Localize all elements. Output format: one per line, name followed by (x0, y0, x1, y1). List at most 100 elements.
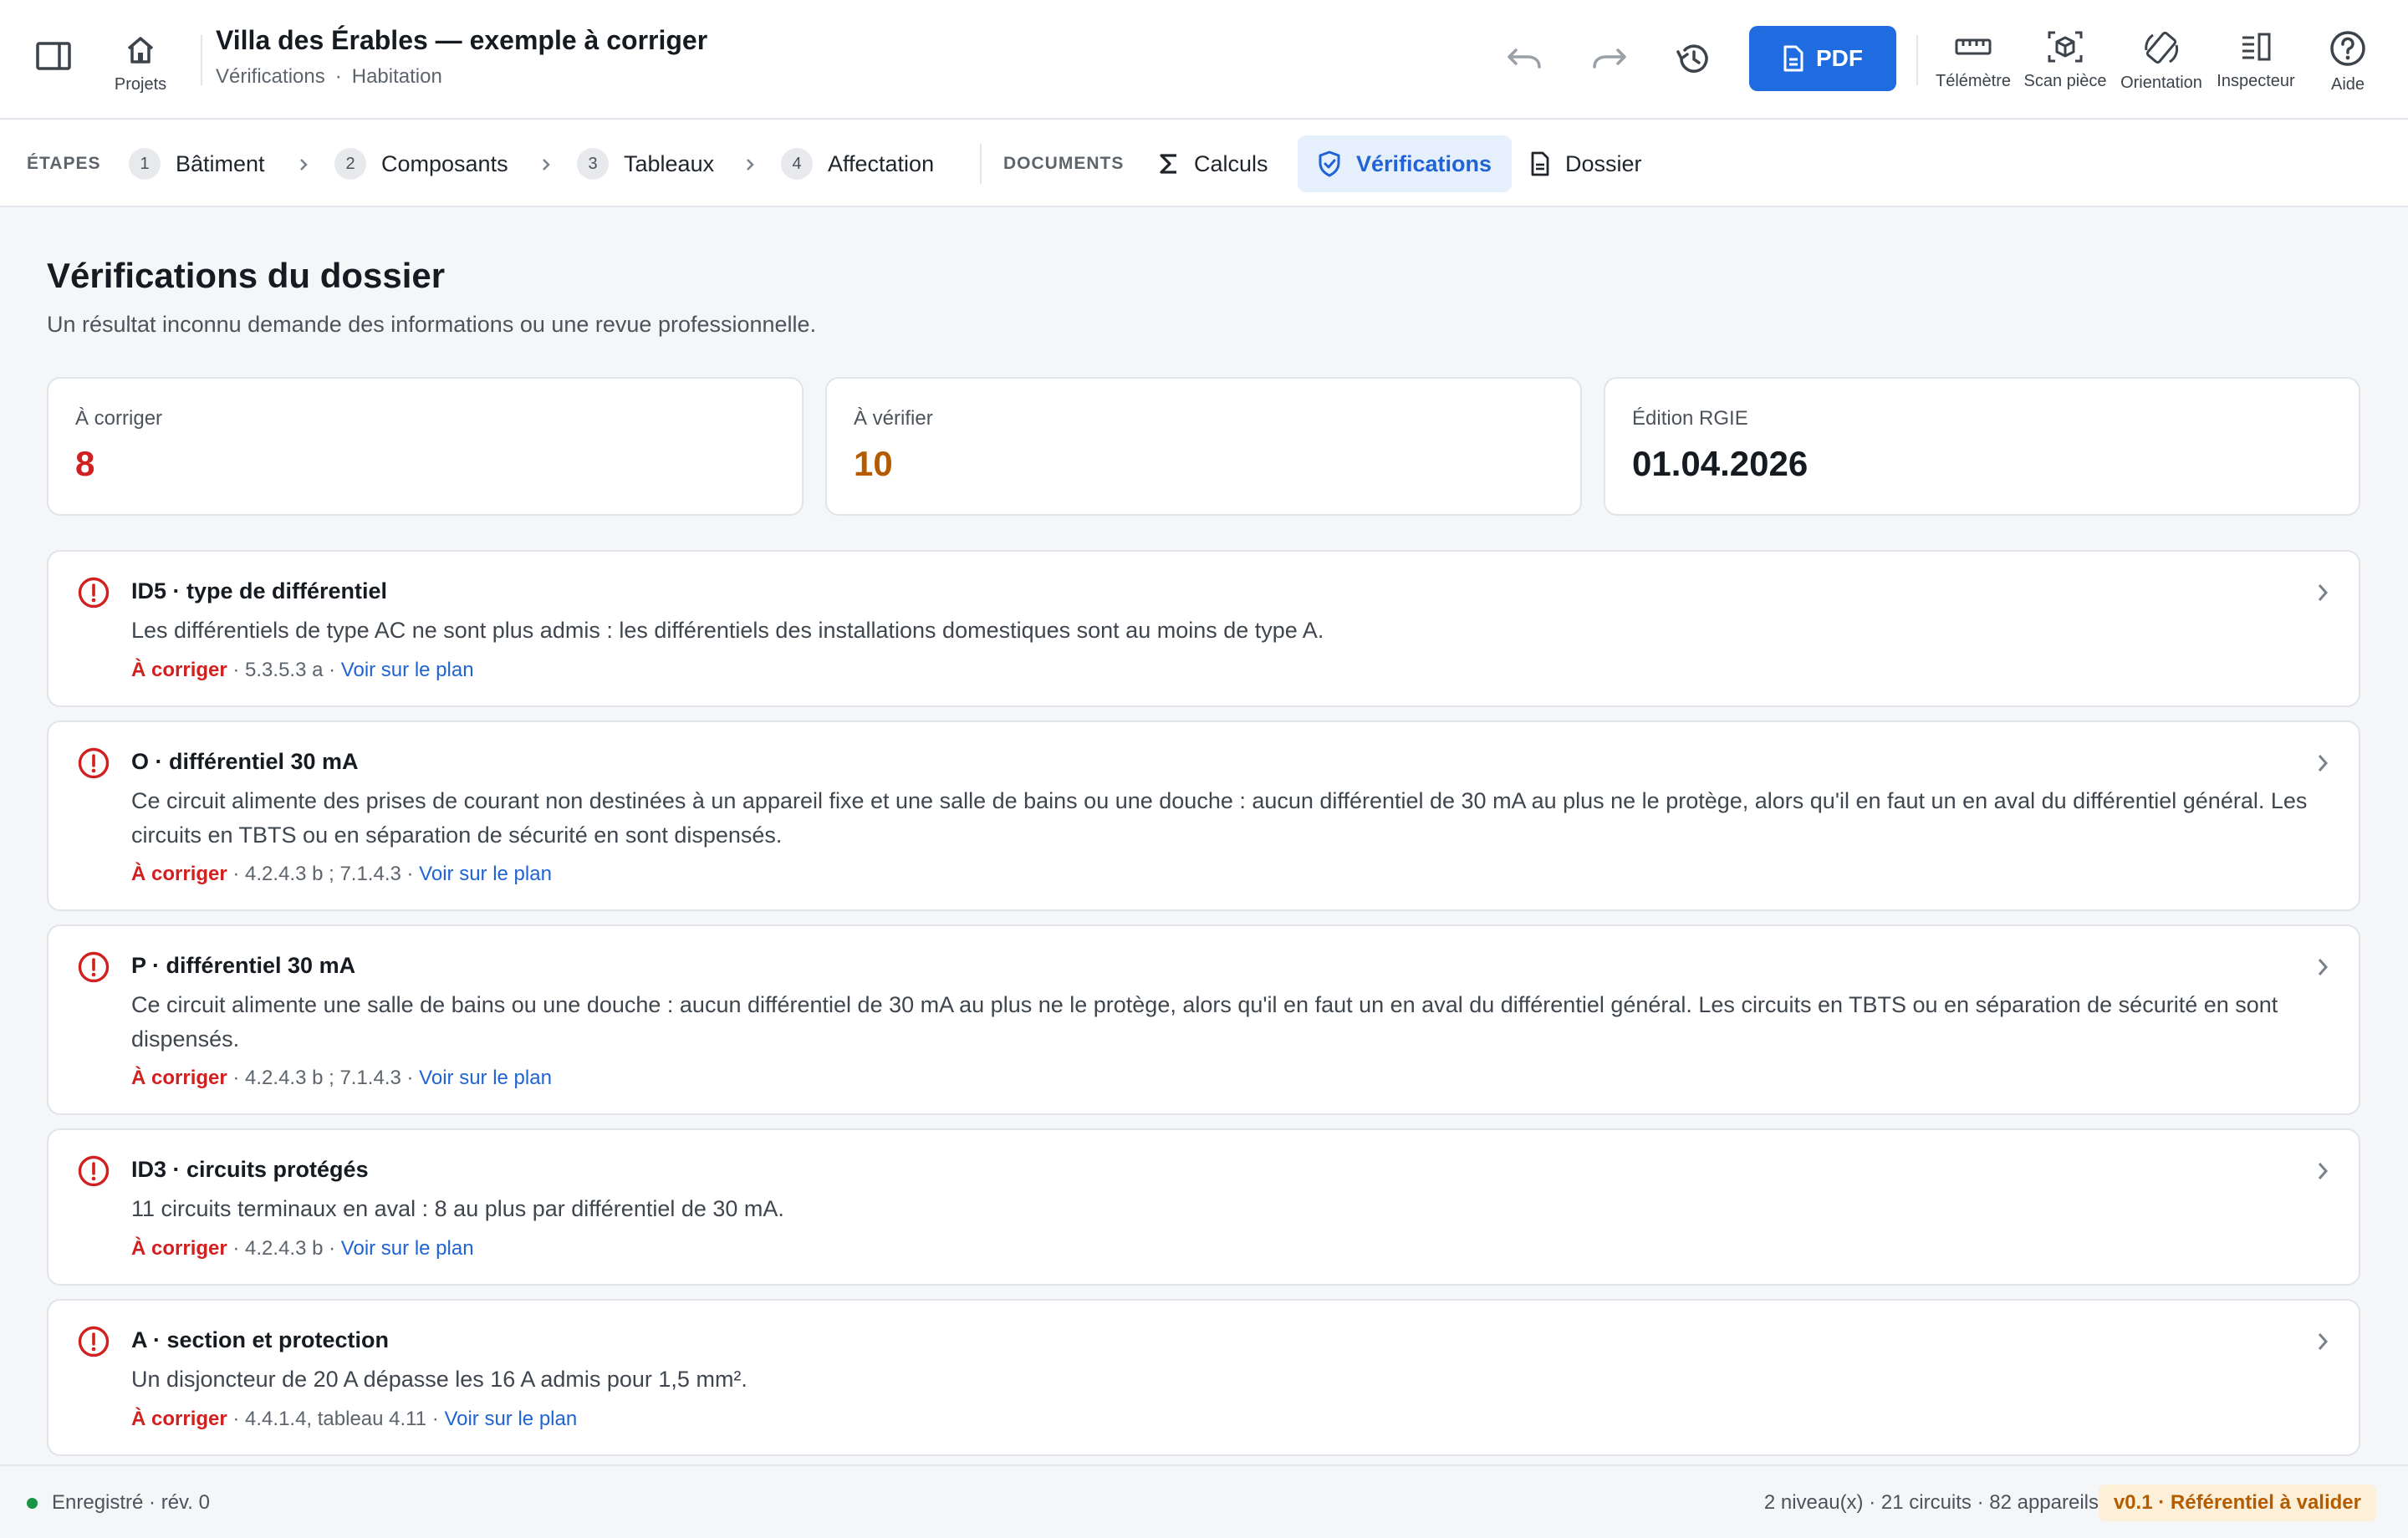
inspector-panel-icon (2242, 33, 2271, 61)
subtitle-section: Vérifications (216, 65, 325, 88)
issue-meta: À corriger · 4.4.1.4, tableau 4.11 · Voi… (131, 1408, 577, 1431)
issue-description: Un disjoncteur de 20 A dépasse les 16 A … (131, 1367, 747, 1392)
issue-reference: · 4.2.4.3 b ; 7.1.4.3 · (227, 863, 420, 885)
export-pdf-button[interactable]: PDF (1749, 26, 1896, 91)
doc-tab-label: Calculs (1194, 150, 1268, 176)
view-on-plan-link[interactable]: Voir sur le plan (444, 1408, 577, 1430)
chevron-right-icon (747, 159, 754, 171)
home-icon (127, 37, 154, 64)
page-title: Vérifications du dossier (47, 256, 446, 295)
doc-tab-calculs[interactable]: Calculs (1139, 135, 1288, 192)
toggle-sidebar-button[interactable] (33, 42, 74, 70)
issue-title: O · différentiel 30 mA (131, 749, 359, 774)
issue-reference: · 4.2.4.3 b · (227, 1237, 341, 1260)
view-on-plan-link[interactable]: Voir sur le plan (419, 1067, 552, 1089)
scan-room-label: Scan pièce (2023, 72, 2107, 90)
chevron-right-icon (543, 159, 550, 171)
page-subtitle: Un résultat inconnu demande des informat… (47, 312, 817, 337)
issue-meta: À corriger · 5.3.5.3 a · Voir sur le pla… (131, 659, 474, 682)
issue-description: 11 circuits terminaux en aval : 8 au plu… (131, 1196, 784, 1221)
telemeter-label: Télémètre (1935, 72, 2012, 90)
issue-title: P · différentiel 30 mA (131, 953, 356, 978)
issue-card[interactable]: O · différentiel 30 mA Ce circuit alimen… (47, 721, 2360, 911)
history-button[interactable] (1672, 40, 1714, 77)
step-affectation[interactable]: 4 Affectation (781, 145, 934, 183)
redo-button[interactable] (1589, 43, 1630, 70)
step-batiment[interactable]: 1 Bâtiment (129, 145, 265, 183)
steps-divider (980, 144, 982, 184)
steps-label: ÉTAPES (27, 154, 101, 173)
pdf-label: PDF (1816, 45, 1863, 71)
step-tableaux[interactable]: 3 Tableaux (577, 145, 714, 183)
error-alert-icon (78, 1326, 110, 1357)
inspector-button[interactable]: Inspecteur (2214, 30, 2298, 91)
chevron-right-icon (300, 159, 308, 171)
summary-card-rgie-edition: Édition RGIE 01.04.2026 (1604, 377, 2360, 516)
status-bar: Enregistré · rév. 0 2 niveau(x) · 21 cir… (0, 1464, 2408, 1538)
doc-tab-verifications[interactable]: Vérifications (1298, 135, 1513, 192)
issue-meta: À corriger · 4.2.4.3 b ; 7.1.4.3 · Voir … (131, 1067, 552, 1090)
step-number: 2 (334, 148, 366, 180)
redo-icon (1593, 48, 1626, 69)
step-number: 1 (129, 148, 161, 180)
shield-check-icon (1319, 150, 1340, 177)
issue-card[interactable]: A · section et protection Un disjoncteur… (47, 1299, 2360, 1456)
telemeter-button[interactable]: Télémètre (1931, 30, 2015, 91)
summary-value: 8 (75, 444, 95, 483)
summary-label: À corriger (75, 407, 163, 430)
orientation-button[interactable]: Orientation (2115, 28, 2207, 93)
document-icon (1783, 45, 1803, 72)
chevron-right-icon (2318, 1163, 2329, 1179)
summary-card-to-fix: À corriger 8 (47, 377, 804, 516)
orientation-label: Orientation (2120, 74, 2202, 92)
chevron-right-icon (2318, 1333, 2329, 1350)
sigma-icon (1160, 154, 1176, 174)
issue-description: Les différentiels de type AC ne sont plu… (131, 618, 1324, 643)
issue-description: Ce circuit alimente des prises de couran… (131, 788, 2308, 848)
undo-icon (1508, 48, 1541, 69)
app-header: Projets Villa des Érables — exemple à co… (0, 0, 2408, 120)
step-label: Bâtiment (176, 150, 265, 176)
view-on-plan-link[interactable]: Voir sur le plan (419, 863, 552, 885)
step-label: Tableaux (624, 150, 715, 176)
project-subtitle: Vérifications · Habitation (216, 65, 442, 88)
issue-meta: À corriger · 4.2.4.3 b · Voir sur le pla… (131, 1237, 474, 1260)
issue-card[interactable]: ID5 · type de différentiel Les différent… (47, 550, 2360, 707)
error-alert-icon (78, 577, 110, 609)
undo-button[interactable] (1503, 43, 1545, 70)
doc-tab-dossier[interactable]: Dossier (1510, 135, 1662, 192)
issue-title: ID5 · type de différentiel (131, 578, 388, 603)
step-composants[interactable]: 2 Composants (334, 145, 508, 183)
inspector-label: Inspecteur (2217, 72, 2295, 90)
documents-label: DOCUMENTS (1003, 154, 1125, 173)
step-number: 3 (577, 148, 609, 180)
header-divider (201, 35, 202, 85)
step-label: Affectation (828, 150, 935, 176)
issue-card[interactable]: ID3 · circuits protégés 11 circuits term… (47, 1128, 2360, 1286)
view-on-plan-link[interactable]: Voir sur le plan (341, 1237, 474, 1260)
scan-cube-icon (2048, 31, 2083, 63)
step-label: Composants (381, 150, 508, 176)
subtitle-type: Habitation (351, 65, 442, 88)
step-number: 4 (781, 148, 813, 180)
error-alert-icon (78, 1155, 110, 1187)
issue-meta: À corriger · 4.2.4.3 b ; 7.1.4.3 · Voir … (131, 863, 552, 886)
project-title: Villa des Érables — exemple à corriger (216, 25, 708, 55)
projects-button[interactable]: Projets (107, 33, 174, 94)
rotate-device-icon (2145, 31, 2179, 64)
history-icon (1676, 44, 1708, 73)
issue-status: À corriger (131, 1067, 227, 1089)
summary-value: 01.04.2026 (1632, 444, 1809, 483)
issue-status: À corriger (131, 863, 227, 885)
summary-label: Édition RGIE (1632, 407, 1748, 430)
scan-room-button[interactable]: Scan pièce (2023, 30, 2107, 91)
help-button[interactable]: Aide (2314, 30, 2381, 94)
project-stats: 2 niveau(x) · 21 circuits · 82 appareils (1763, 1491, 2099, 1514)
view-on-plan-link[interactable]: Voir sur le plan (341, 659, 474, 681)
issue-reference: · 5.3.5.3 a · (227, 659, 341, 681)
issue-card[interactable]: P · différentiel 30 mA Ce circuit alimen… (47, 924, 2360, 1115)
version-badge: v0.1 · Référentiel à valider (2098, 1485, 2376, 1521)
saved-status: Enregistré · rév. 0 (52, 1491, 210, 1514)
chevron-right-icon (2318, 959, 2329, 975)
document-icon (1531, 151, 1549, 176)
